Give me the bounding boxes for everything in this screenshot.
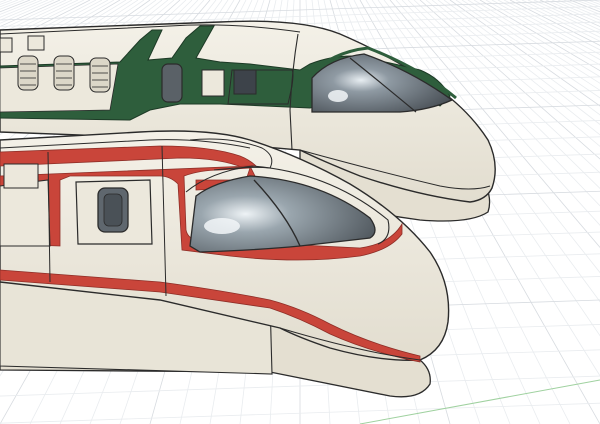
green-windshield-glare [328, 90, 348, 102]
red-window-bay [0, 179, 51, 247]
viewport-canvas[interactable] [0, 0, 600, 424]
green-side-window [161, 63, 183, 103]
red-windshield-glare [204, 218, 240, 234]
green-cab-window-glass [233, 69, 257, 95]
red-door-window-inner [103, 193, 123, 227]
green-door [201, 69, 225, 97]
3d-viewport[interactable] [0, 0, 600, 424]
red-side-window-left [3, 163, 39, 189]
